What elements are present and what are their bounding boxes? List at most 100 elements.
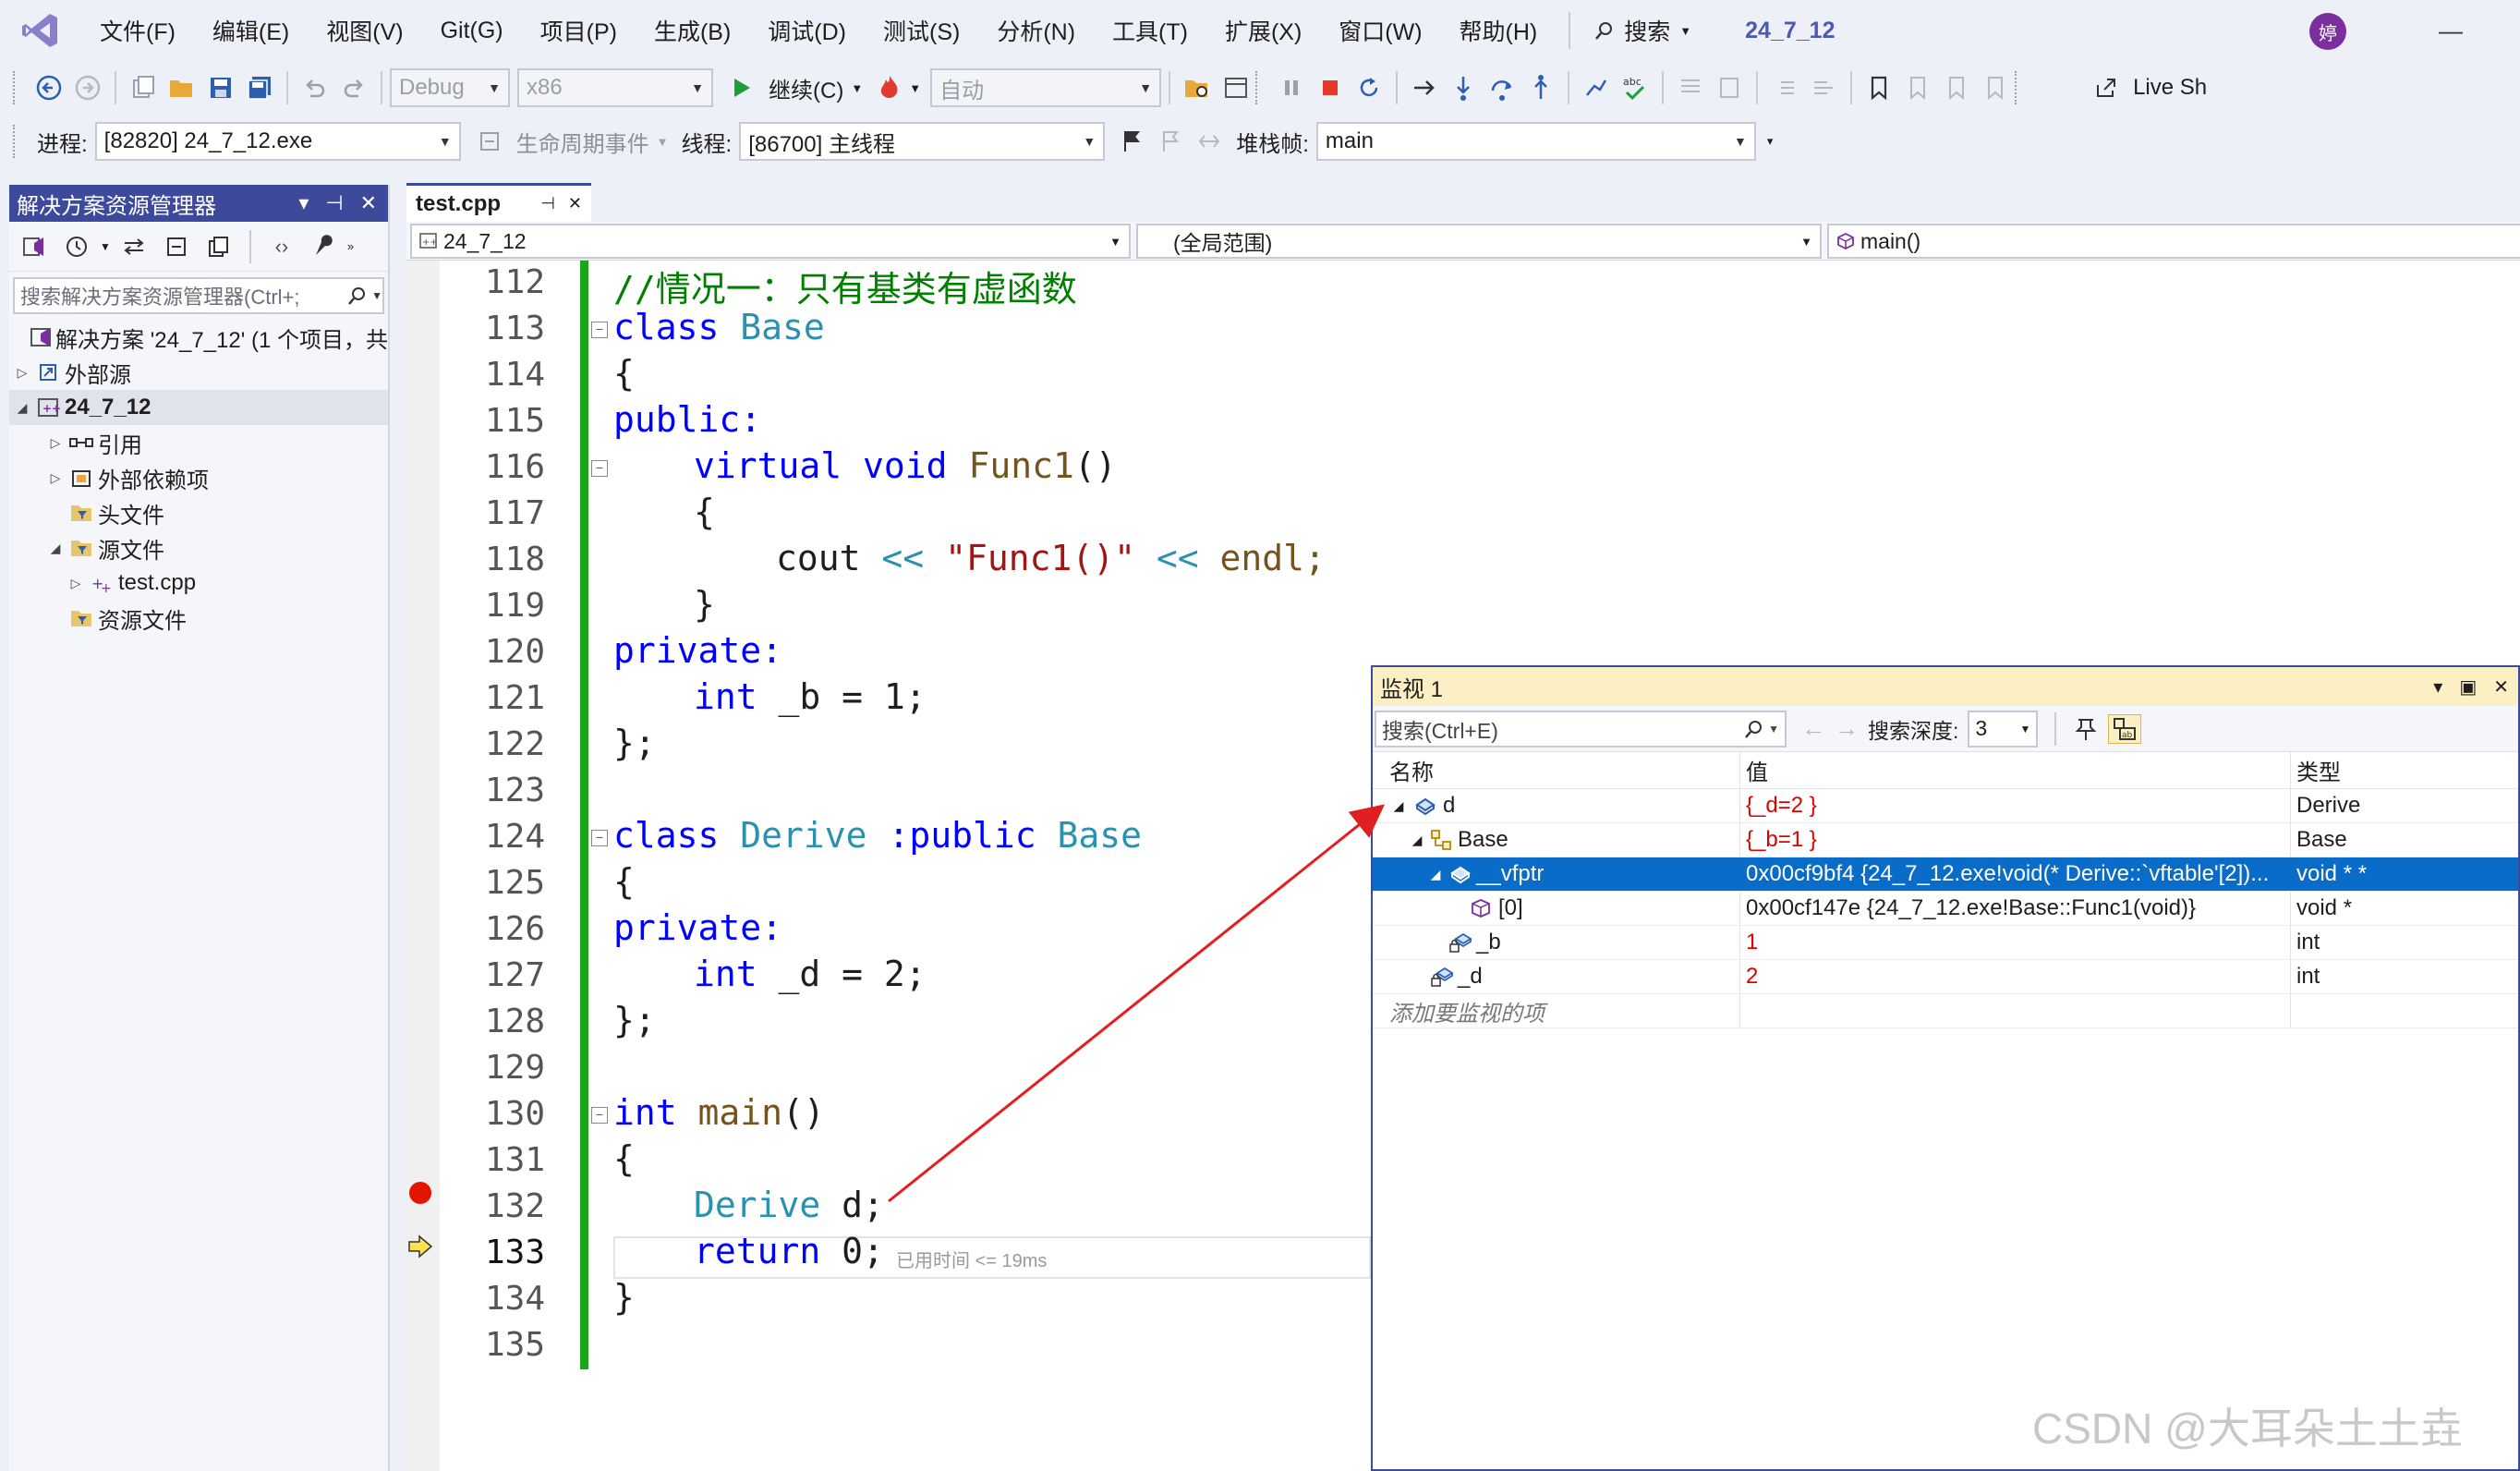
properties-wrench-icon[interactable]: [305, 227, 344, 266]
menu-debug[interactable]: 调试(D): [749, 0, 865, 61]
pin-source-icon[interactable]: [2073, 716, 2099, 742]
sync-active-document-icon[interactable]: [115, 227, 153, 266]
watch-row[interactable]: [0] 0x00cf147e {24_7_12.exe!Base::Func1(…: [1373, 892, 2518, 926]
collapse-all-icon[interactable]: [157, 227, 196, 266]
step-over-icon[interactable]: [1483, 68, 1521, 107]
hot-path-icon[interactable]: [1577, 68, 1616, 107]
menu-file[interactable]: 文件(F): [81, 0, 194, 61]
folder-view-icon[interactable]: [1178, 68, 1217, 107]
tree-item-project[interactable]: ◢ ++ 24_7_12: [9, 390, 388, 425]
chevron-down-icon[interactable]: ▼: [371, 289, 382, 302]
expand-arrow-icon[interactable]: ▷: [46, 435, 65, 451]
search-forward-icon[interactable]: →: [1835, 714, 1859, 743]
menu-search[interactable]: 搜索 ▼: [1569, 12, 1691, 49]
indicator-margin[interactable]: [406, 261, 440, 1471]
column-header-type[interactable]: 类型: [2291, 752, 2481, 788]
spell-check-icon[interactable]: abc: [1616, 68, 1654, 107]
show-all-files-icon[interactable]: [200, 227, 238, 266]
menu-window[interactable]: 窗口(W): [1320, 0, 1440, 61]
solution-search-input[interactable]: 搜索解决方案资源管理器(Ctrl+; ▼: [13, 277, 384, 314]
perf-tip-elapsed[interactable]: 已用时间 <= 19ms: [896, 1246, 1047, 1272]
bookmark-prev-icon[interactable]: [1898, 68, 1937, 107]
member-nav-combo[interactable]: main(): [1827, 224, 2520, 259]
watch-row-selected[interactable]: ◢ __vfptr 0x00cf9bf4 {24_7_12.exe!void(*…: [1373, 857, 2518, 892]
comment-out-icon[interactable]: [1671, 68, 1710, 107]
collapse-arrow-icon[interactable]: ◢: [1389, 798, 1408, 814]
scope-nav-combo[interactable]: (全局范围) ▼: [1136, 224, 1822, 259]
breakpoint-icon[interactable]: [406, 1179, 434, 1207]
tab-test-cpp[interactable]: test.cpp ⊣ ✕: [406, 183, 591, 222]
continue-play-icon[interactable]: [722, 68, 761, 107]
toolbar-grip[interactable]: [1255, 71, 1263, 104]
tree-item-header-files[interactable]: 头文件: [9, 495, 388, 530]
fold-toggle-icon[interactable]: −: [591, 460, 608, 477]
indent-increase-icon[interactable]: [1804, 68, 1843, 107]
toolbar-overflow-icon[interactable]: ▾: [1767, 134, 1774, 149]
current-statement-arrow-icon[interactable]: [406, 1233, 434, 1260]
close-icon[interactable]: ✕: [360, 191, 377, 215]
visual-studio-logo-icon[interactable]: [13, 0, 68, 61]
fold-toggle-icon[interactable]: −: [591, 830, 608, 846]
search-icon[interactable]: [347, 286, 368, 306]
live-share-icon[interactable]: [2087, 68, 2126, 107]
pending-changes-filter-icon[interactable]: [57, 227, 96, 266]
toolbar-grip[interactable]: [13, 125, 20, 158]
watch-row[interactable]: _b 1 int: [1373, 926, 2518, 960]
watch-search-input[interactable]: 搜索(Ctrl+E) ▼: [1375, 710, 1787, 748]
view-as-text-icon[interactable]: ab: [2108, 713, 2142, 744]
close-icon[interactable]: ✕: [2493, 675, 2509, 699]
open-file-icon[interactable]: [163, 68, 201, 107]
column-header-value[interactable]: 值: [1740, 752, 2291, 788]
bookmark-next-icon[interactable]: [1937, 68, 1976, 107]
new-project-icon[interactable]: [124, 68, 163, 107]
indent-decrease-icon[interactable]: [1765, 68, 1804, 107]
flag-thread-icon[interactable]: [1112, 122, 1151, 161]
hot-reload-icon[interactable]: [870, 68, 909, 107]
watch-add-item-row[interactable]: 添加要监视的项: [1373, 994, 2518, 1028]
tree-item-test-cpp[interactable]: ▷ + + test.cpp: [9, 565, 388, 601]
bookmark-clear-icon[interactable]: [1976, 68, 2015, 107]
chevron-down-icon[interactable]: ▼: [909, 81, 921, 95]
lifecycle-events-icon[interactable]: [470, 122, 509, 161]
search-depth-combo[interactable]: 3 ▼: [1968, 710, 2039, 748]
project-nav-combo[interactable]: ++ 24_7_12 ▼: [410, 224, 1131, 259]
menu-project[interactable]: 项目(P): [522, 0, 636, 61]
chevron-down-icon[interactable]: ▼: [1768, 723, 1779, 736]
column-header-name[interactable]: 名称: [1373, 752, 1740, 788]
avatar[interactable]: 婷: [2309, 13, 2346, 50]
menu-build[interactable]: 生成(B): [636, 0, 749, 61]
configuration-combo[interactable]: Debug ▼: [390, 68, 510, 107]
tree-item-solution[interactable]: 解决方案 '24_7_12' (1 个项目，共: [9, 320, 388, 355]
chevron-down-icon[interactable]: ▼: [851, 81, 863, 95]
close-tab-icon[interactable]: ✕: [568, 194, 582, 213]
process-combo[interactable]: [82820] 24_7_12.exe ▼: [94, 122, 461, 161]
show-next-statement-icon[interactable]: [1217, 68, 1255, 107]
undo-icon[interactable]: [296, 68, 334, 107]
expand-arrow-icon[interactable]: ▷: [46, 470, 65, 486]
show-next-statement-arrow-icon[interactable]: [1405, 68, 1444, 107]
stackframe-combo[interactable]: main ▼: [1315, 122, 1756, 161]
menu-test[interactable]: 测试(S): [865, 0, 978, 61]
watch-row[interactable]: ◢ d {_d=2 } Derive: [1373, 789, 2518, 823]
tree-item-references[interactable]: ▷ 引用: [9, 425, 388, 460]
uncomment-icon[interactable]: [1710, 68, 1749, 107]
window-position-menu-icon[interactable]: ▾: [298, 191, 309, 215]
menu-analyze[interactable]: 分析(N): [978, 0, 1094, 61]
pause-icon[interactable]: [1272, 68, 1311, 107]
expand-arrow-icon[interactable]: ▷: [13, 365, 31, 381]
tree-item-external-deps[interactable]: ▷ 外部依赖项: [9, 460, 388, 495]
minimize-window-icon[interactable]: —: [2439, 17, 2463, 45]
menu-help[interactable]: 帮助(H): [1441, 0, 1557, 61]
menu-edit[interactable]: 编辑(E): [194, 0, 308, 61]
fold-toggle-icon[interactable]: −: [591, 1107, 608, 1124]
chevron-down-icon[interactable]: ▼: [100, 240, 111, 253]
toolbar-overflow-icon[interactable]: »: [347, 239, 354, 253]
watch-titlebar[interactable]: 监视 1 ▾ ▣ ✕: [1373, 667, 2518, 706]
menu-extensions[interactable]: 扩展(X): [1206, 0, 1320, 61]
fold-toggle-icon[interactable]: −: [591, 322, 608, 338]
pin-icon[interactable]: ⊣: [325, 191, 343, 215]
menu-tools[interactable]: 工具(T): [1094, 0, 1206, 61]
toolbar-grip[interactable]: [2015, 71, 2022, 104]
step-out-icon[interactable]: [1521, 68, 1560, 107]
window-position-menu-icon[interactable]: ▾: [2433, 675, 2442, 699]
